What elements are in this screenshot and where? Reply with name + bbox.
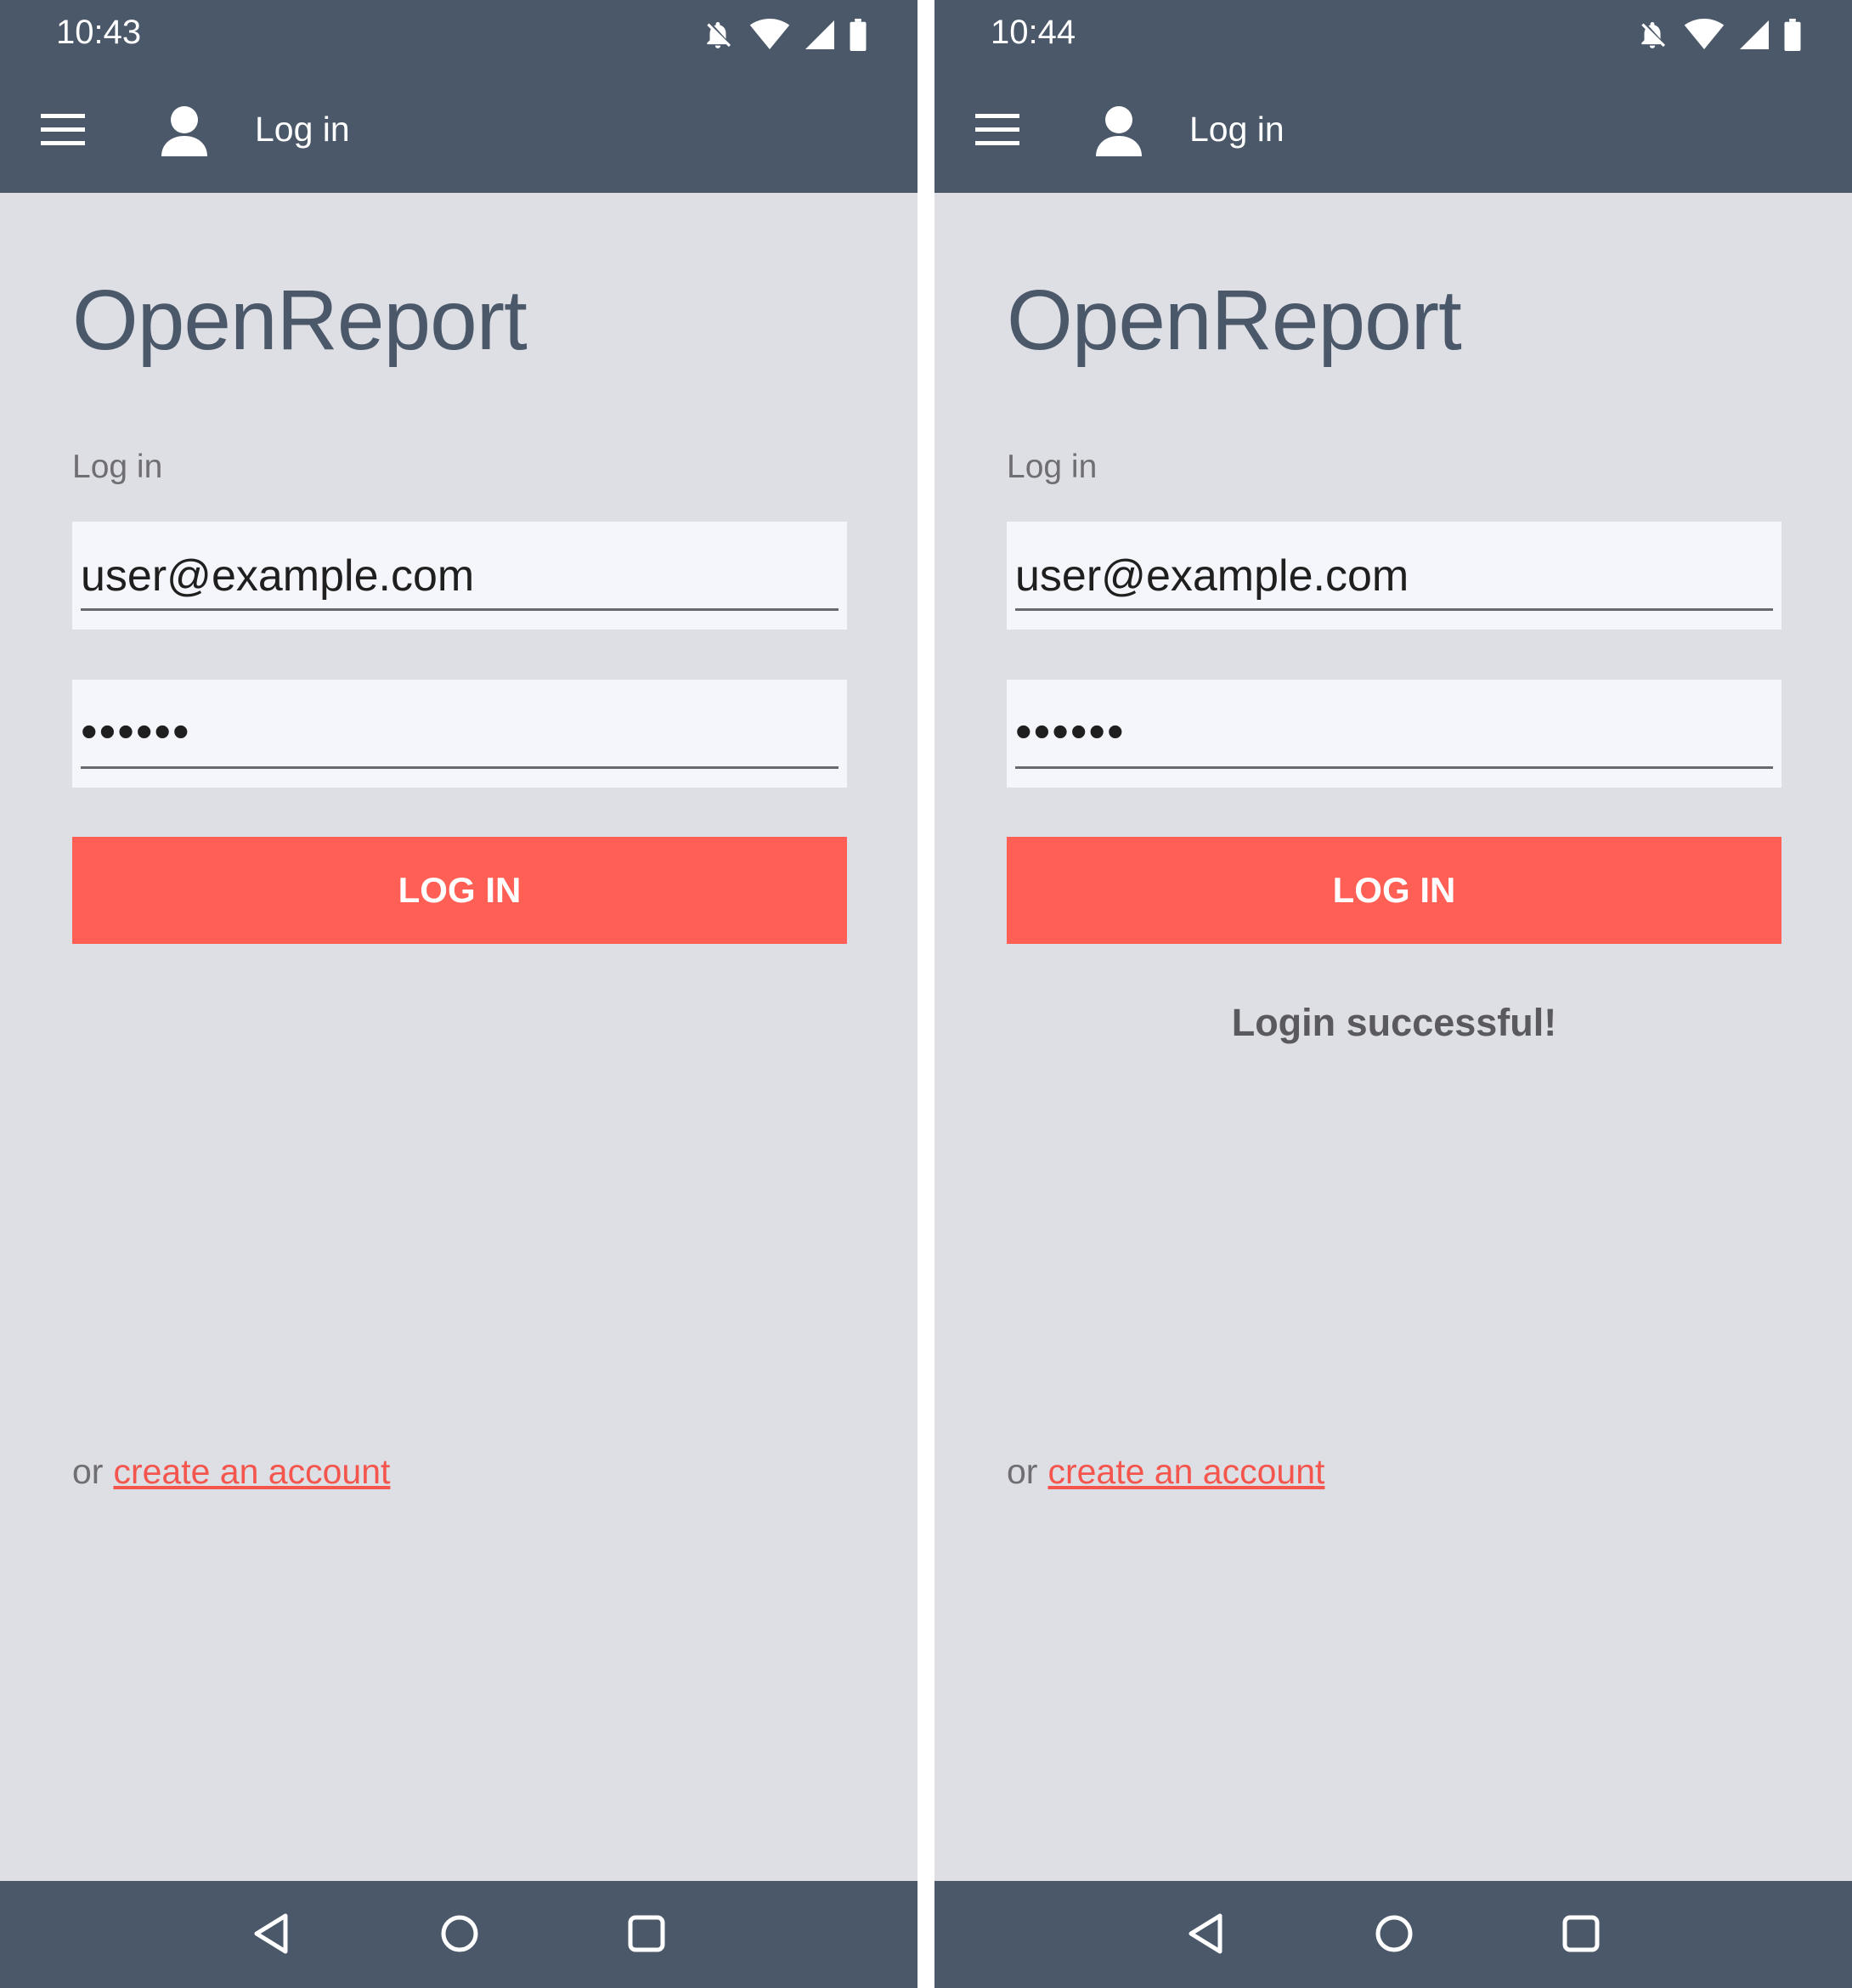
password-value: ••••••	[81, 704, 191, 758]
battery-icon	[1784, 19, 1801, 51]
home-icon[interactable]	[1373, 1912, 1415, 1955]
appbar-title: Log in	[255, 110, 350, 149]
or-text: or	[1007, 1452, 1038, 1491]
status-time: 10:44	[991, 14, 1076, 51]
email-field[interactable]: user@example.com	[1007, 522, 1781, 630]
bell-off-icon	[707, 21, 731, 48]
recents-icon[interactable]	[1561, 1912, 1601, 1955]
status-icons	[702, 17, 867, 53]
wifi-icon	[1684, 19, 1725, 49]
menu-icon[interactable]	[41, 114, 85, 146]
back-icon[interactable]	[251, 1912, 291, 1955]
signal-icon	[805, 20, 834, 49]
login-button[interactable]: LOG IN	[1007, 837, 1781, 944]
wifi-icon	[749, 19, 790, 49]
email-field[interactable]: user@example.com	[72, 522, 847, 630]
section-label: Log in	[72, 449, 163, 485]
back-icon[interactable]	[1186, 1912, 1225, 1955]
app-title: OpenReport	[1007, 273, 1462, 368]
create-account-line: or create an account	[1007, 1452, 1324, 1492]
signal-icon	[1740, 20, 1769, 49]
or-text: or	[72, 1452, 104, 1491]
app-title: OpenReport	[72, 273, 528, 368]
create-account-link[interactable]: create an account	[1047, 1452, 1324, 1491]
phone-screen-left: 10:43 Log in OpenReport Log in user@exam…	[0, 0, 918, 1988]
create-account-line: or create an account	[72, 1452, 390, 1492]
status-time: 10:43	[56, 14, 142, 51]
menu-icon[interactable]	[975, 114, 1019, 146]
email-value: user@example.com	[81, 551, 475, 601]
phone-screen-right: 10:44 Log in OpenReport Log in user@exam…	[934, 0, 1852, 1988]
password-field[interactable]: ••••••	[72, 680, 847, 788]
user-icon	[161, 106, 207, 156]
create-account-link[interactable]: create an account	[113, 1452, 390, 1491]
home-icon[interactable]	[438, 1912, 481, 1955]
password-field[interactable]: ••••••	[1007, 680, 1781, 788]
field-underline	[81, 608, 838, 611]
top-app-bar: 10:43 Log in	[0, 0, 918, 193]
email-value: user@example.com	[1015, 551, 1409, 601]
appbar-title: Log in	[1189, 110, 1285, 149]
battery-icon	[850, 19, 867, 51]
user-icon	[1096, 106, 1142, 156]
password-value: ••••••	[1015, 704, 1126, 758]
field-underline	[81, 766, 838, 769]
recents-icon[interactable]	[627, 1912, 666, 1955]
bell-off-icon	[1641, 21, 1666, 48]
login-success-message: Login successful!	[1231, 1001, 1557, 1044]
login-button[interactable]: LOG IN	[72, 837, 847, 944]
field-underline	[1015, 608, 1773, 611]
section-label: Log in	[1007, 449, 1098, 485]
system-nav-bar	[934, 1881, 1852, 1988]
status-icons	[1636, 17, 1801, 53]
top-app-bar: 10:44 Log in	[934, 0, 1852, 193]
system-nav-bar	[0, 1881, 918, 1988]
field-underline	[1015, 766, 1773, 769]
